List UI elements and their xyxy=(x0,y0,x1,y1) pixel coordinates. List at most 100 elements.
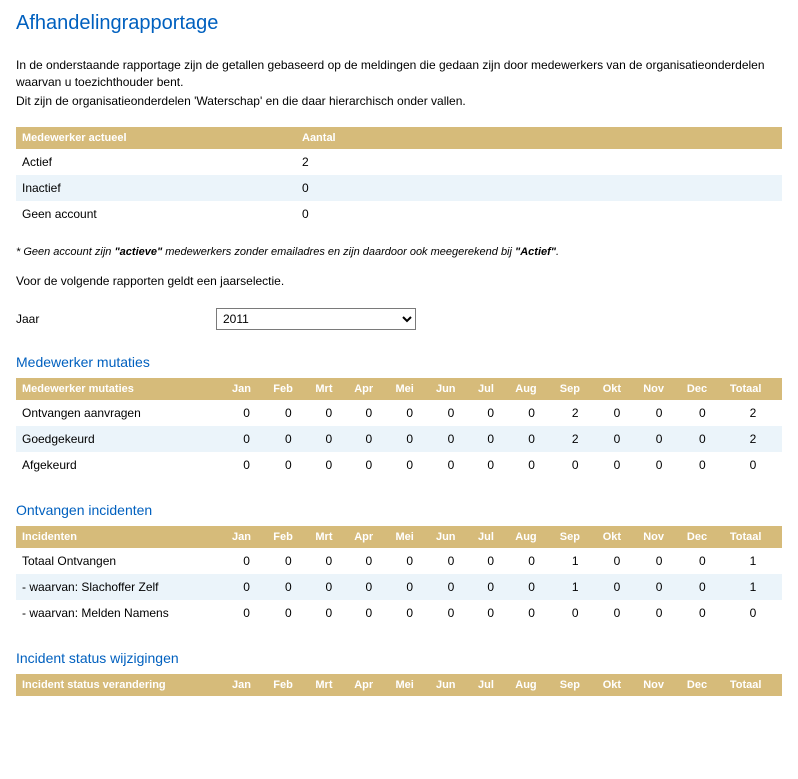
row-value: 0 xyxy=(226,400,267,426)
row-value: 0 xyxy=(348,548,389,574)
col-okt: Okt xyxy=(597,674,637,696)
row-value: 0 xyxy=(309,574,348,600)
row-value: 0 xyxy=(296,201,782,227)
row-value: 0 xyxy=(430,574,472,600)
intro-line-1: In de onderstaande rapportage zijn de ge… xyxy=(16,57,782,91)
row-value: 0 xyxy=(389,600,429,626)
row-label: - waarvan: Slachoffer Zelf xyxy=(16,574,226,600)
row-value: 0 xyxy=(348,600,389,626)
row-value: 2 xyxy=(554,426,597,452)
row-value: 0 xyxy=(472,426,509,452)
col-feb: Feb xyxy=(267,674,309,696)
col-jun: Jun xyxy=(430,674,472,696)
row-value: 0 xyxy=(681,400,724,426)
row-value: 0 xyxy=(430,548,472,574)
row-label: Afgekeurd xyxy=(16,452,226,478)
row-label: - waarvan: Melden Namens xyxy=(16,600,226,626)
footnote-end: . xyxy=(556,246,559,258)
row-value: 0 xyxy=(309,548,348,574)
col-jun: Jun xyxy=(430,526,472,548)
row-value: 0 xyxy=(309,426,348,452)
intro-block: In de onderstaande rapportage zijn de ge… xyxy=(16,57,782,109)
row-value: 0 xyxy=(226,574,267,600)
col-nov: Nov xyxy=(637,526,681,548)
table-row: - waarvan: Melden Namens0000000000000 xyxy=(16,600,782,626)
row-value: 0 xyxy=(597,400,637,426)
row-value: 0 xyxy=(226,452,267,478)
col-okt: Okt xyxy=(597,526,637,548)
col-feb: Feb xyxy=(267,526,309,548)
row-value: 1 xyxy=(554,548,597,574)
row-value: 0 xyxy=(267,548,309,574)
row-value: 0 xyxy=(430,452,472,478)
row-label: Goedgekeurd xyxy=(16,426,226,452)
row-value: 0 xyxy=(509,548,554,574)
row-value: 0 xyxy=(309,452,348,478)
month-header-row: Medewerker mutaties Jan Feb Mrt Apr Mei … xyxy=(16,378,782,400)
col-nov: Nov xyxy=(637,378,681,400)
row-value: 0 xyxy=(309,400,348,426)
table-row: Inactief 0 xyxy=(16,175,782,201)
col-aug: Aug xyxy=(509,378,554,400)
col-totaal: Totaal xyxy=(724,674,782,696)
col-mrt: Mrt xyxy=(309,526,348,548)
col-header-label: Incidenten xyxy=(16,526,226,548)
col-mei: Mei xyxy=(389,526,429,548)
row-value: 0 xyxy=(389,400,429,426)
table-row: Geen account 0 xyxy=(16,201,782,227)
row-value: 0 xyxy=(597,426,637,452)
row-value: 0 xyxy=(637,574,681,600)
year-select[interactable]: 2011 xyxy=(216,308,416,330)
row-label: Actief xyxy=(16,149,296,175)
col-header-label: Incident status verandering xyxy=(16,674,226,696)
row-value: 0 xyxy=(348,426,389,452)
col-jun: Jun xyxy=(430,378,472,400)
col-jul: Jul xyxy=(472,378,509,400)
row-value: 0 xyxy=(509,400,554,426)
row-value: 0 xyxy=(509,574,554,600)
month-header-row: Incidenten Jan Feb Mrt Apr Mei Jun Jul A… xyxy=(16,526,782,548)
col-header-label: Medewerker mutaties xyxy=(16,378,226,400)
table-mutaties: Medewerker mutaties Jan Feb Mrt Apr Mei … xyxy=(16,378,782,478)
row-value: 0 xyxy=(267,574,309,600)
col-sep: Sep xyxy=(554,526,597,548)
row-value: 0 xyxy=(267,426,309,452)
row-value: 0 xyxy=(681,548,724,574)
row-label: Totaal Ontvangen xyxy=(16,548,226,574)
table-row: - waarvan: Slachoffer Zelf0000000010001 xyxy=(16,574,782,600)
row-value: 0 xyxy=(681,452,724,478)
col-jan: Jan xyxy=(226,526,267,548)
footnote-quoted: "actieve" xyxy=(114,246,162,258)
row-value: 0 xyxy=(226,600,267,626)
row-value: 0 xyxy=(637,426,681,452)
row-value: 0 xyxy=(389,452,429,478)
row-value: 0 xyxy=(554,452,597,478)
col-feb: Feb xyxy=(267,378,309,400)
row-value: 0 xyxy=(309,600,348,626)
row-value: 0 xyxy=(472,600,509,626)
month-header-row: Incident status verandering Jan Feb Mrt … xyxy=(16,674,782,696)
col-header-count: Aantal xyxy=(296,127,782,149)
row-value: 0 xyxy=(509,600,554,626)
row-value: 0 xyxy=(554,600,597,626)
col-mei: Mei xyxy=(389,674,429,696)
row-value: 0 xyxy=(267,452,309,478)
year-selector-row: Jaar 2011 xyxy=(16,308,782,330)
col-mei: Mei xyxy=(389,378,429,400)
col-jul: Jul xyxy=(472,526,509,548)
section-title-mutaties: Medewerker mutaties xyxy=(16,354,782,370)
col-totaal: Totaal xyxy=(724,526,782,548)
col-okt: Okt xyxy=(597,378,637,400)
row-value: 0 xyxy=(637,600,681,626)
col-sep: Sep xyxy=(554,378,597,400)
row-value: 0 xyxy=(389,548,429,574)
footnote-prefix: * Geen account zijn xyxy=(16,246,114,258)
col-mrt: Mrt xyxy=(309,378,348,400)
table-medewerker-actueel: Medewerker actueel Aantal Actief 2 Inact… xyxy=(16,127,782,227)
col-apr: Apr xyxy=(348,674,389,696)
row-value: 0 xyxy=(681,600,724,626)
row-value: 0 xyxy=(348,574,389,600)
row-value: 0 xyxy=(226,426,267,452)
col-jan: Jan xyxy=(226,674,267,696)
table-incidenten: Incidenten Jan Feb Mrt Apr Mei Jun Jul A… xyxy=(16,526,782,626)
